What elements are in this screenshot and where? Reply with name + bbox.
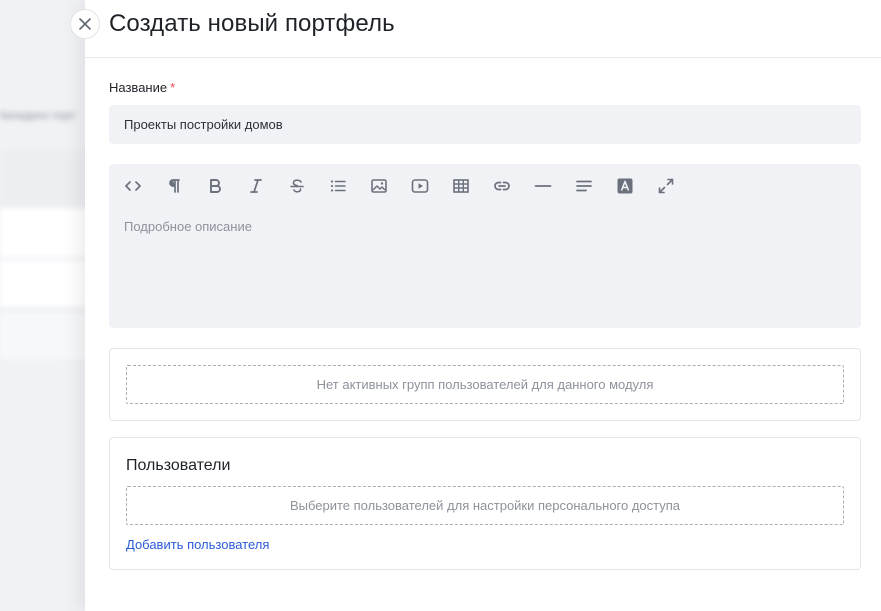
- code-icon: [125, 181, 141, 191]
- image-button[interactable]: [364, 175, 405, 197]
- groups-card: Нет активных групп пользователей для дан…: [109, 348, 861, 421]
- bullet-list-icon: [330, 180, 346, 192]
- strikethrough-button[interactable]: [282, 175, 323, 197]
- fullscreen-icon: [658, 178, 674, 194]
- editor-toolbar: [118, 175, 692, 197]
- link-button[interactable]: [487, 175, 528, 197]
- table-icon: [453, 179, 469, 193]
- background-text: Кенедино порт: [0, 110, 76, 122]
- paragraph-icon: [169, 179, 180, 193]
- text-color-button[interactable]: [610, 175, 651, 197]
- table-button[interactable]: [446, 175, 487, 197]
- page-title: Создать новый портфель: [109, 10, 395, 37]
- bold-button[interactable]: [200, 175, 241, 197]
- bold-icon: [210, 179, 221, 193]
- horizontal-rule-icon: [534, 185, 552, 187]
- align-icon: [576, 180, 592, 192]
- image-icon: [371, 179, 387, 193]
- text-color-icon: [617, 178, 633, 194]
- users-title: Пользователи: [126, 457, 231, 474]
- panel-header: Создать новый портфель: [85, 0, 881, 58]
- close-icon: [79, 18, 91, 30]
- name-input[interactable]: [109, 105, 861, 144]
- horizontal-rule-button[interactable]: [528, 175, 569, 197]
- video-icon: [411, 179, 429, 193]
- create-portfolio-panel: Создать новый портфель Название * Проект…: [85, 0, 881, 611]
- fullscreen-button[interactable]: [651, 175, 692, 197]
- add-user-link[interactable]: Добавить пользователя: [126, 537, 269, 552]
- close-button[interactable]: [70, 9, 100, 39]
- paragraph-button[interactable]: [159, 175, 200, 197]
- description-placeholder: Подробное описание: [124, 219, 252, 234]
- users-empty-state: Выберите пользователей для настройки пер…: [126, 486, 844, 525]
- italic-icon: [250, 179, 262, 193]
- align-button[interactable]: [569, 175, 610, 197]
- code-button[interactable]: [118, 175, 159, 197]
- video-button[interactable]: [405, 175, 446, 197]
- strikethrough-icon: [290, 179, 304, 193]
- groups-empty-state: Нет активных групп пользователей для дан…: [126, 365, 844, 404]
- name-label: Название *: [109, 80, 175, 95]
- required-mark: *: [170, 80, 176, 95]
- name-label-text: Название: [109, 80, 168, 95]
- description-editor[interactable]: Подробное описание: [109, 164, 861, 328]
- users-card: Пользователи Выберите пользователей для …: [109, 437, 861, 570]
- italic-button[interactable]: [241, 175, 282, 197]
- link-icon: [494, 181, 510, 191]
- bullet-list-button[interactable]: [323, 175, 364, 197]
